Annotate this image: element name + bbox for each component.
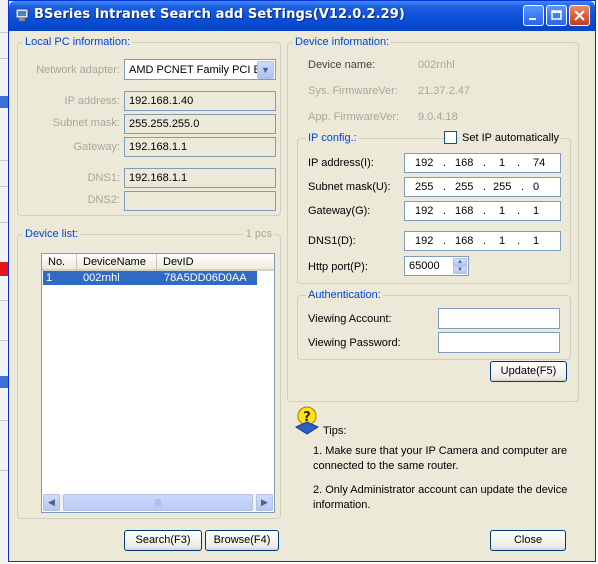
pc-mask-field[interactable]: 255.255.255.0 [124,114,276,134]
adapter-select[interactable]: AMD PCNET Family PCI Eth ▼ [124,59,276,80]
row-device-id: 78A5DD06D0AA [164,272,247,284]
adapter-label: Network adapter: [36,64,120,76]
mask-octet-4[interactable]: 0 [533,181,539,193]
sys-fw-label: Sys. FirmwareVer: [308,85,398,97]
gw-octet-2[interactable]: 168 [455,205,473,217]
http-port-spinner[interactable]: 65000 ▲ ▼ [404,256,469,276]
pc-dns2-field[interactable] [124,191,276,211]
pc-dns2-label: DNS2: [87,194,120,206]
ip-address-label: IP address(I): [308,157,374,169]
subnet-mask-label: Subnet mask(U): [308,181,391,193]
settings-window: BSeries Intranet Search add SetTings(V12… [8,0,596,562]
device-list-legend: Device list: [23,228,81,240]
subnet-mask-input[interactable]: 255. 255. 255. 0 [404,177,561,197]
gateway-label: Gateway(G): [308,205,371,217]
device-name-label: Device name: [308,59,376,71]
viewing-account-label: Viewing Account: [308,313,392,325]
device-list[interactable]: No. DeviceName DevID 1 002rnhl 78A5DD06D… [41,253,275,513]
ip-address-input[interactable]: 192. 168. 1. 74 [404,153,561,173]
chevron-down-icon[interactable]: ▼ [257,61,274,79]
device-name-value: 002rnhl [418,59,455,71]
app-icon [15,8,29,21]
update-button[interactable]: Update(F5) [490,361,567,382]
gw-octet-4[interactable]: 1 [533,205,539,217]
mask-octet-3[interactable]: 255 [493,181,511,193]
scroll-left-icon[interactable]: ◀ [43,494,60,511]
mask-octet-1[interactable]: 255 [415,181,433,193]
dns-octet-4[interactable]: 1 [533,235,539,247]
pc-dns1-label: DNS1: [87,172,120,184]
dns-octet-1[interactable]: 192 [415,235,433,247]
authentication-legend: Authentication: [306,289,383,301]
table-row[interactable]: 1 002rnhl 78A5DD06D0AA [43,271,257,285]
device-count: 1 pcs [243,228,274,240]
pc-ip-field[interactable]: 192.168.1.40 [124,91,276,111]
gw-octet-1[interactable]: 192 [415,205,433,217]
viewing-account-field[interactable] [438,308,560,329]
viewing-password-label: Viewing Password: [308,337,401,349]
lightbulb-icon: ? [294,406,320,435]
gateway-input[interactable]: 192. 168. 1. 1 [404,201,561,221]
minimize-icon [529,18,536,20]
dns1-input[interactable]: 192. 168. 1. 1 [404,231,561,251]
ip-config-legend: IP config.: [306,132,359,144]
sys-fw-value: 21.37.2.47 [418,85,470,97]
spin-down-icon[interactable]: ▼ [453,266,467,274]
ip-octet-2[interactable]: 168 [455,157,473,169]
pc-mask-label: Subnet mask: [52,117,120,129]
viewing-password-field[interactable] [438,332,560,353]
spin-up-icon[interactable]: ▲ [453,258,467,266]
background-desktop-strip [0,0,8,564]
http-port-label: Http port(P): [308,261,368,273]
horizontal-scrollbar[interactable]: ◀ ||| ▶ [43,494,273,511]
dns1-label: DNS1(D): [308,235,356,247]
maximize-button[interactable] [546,5,567,26]
window-title: BSeries Intranet Search add SetTings(V12… [34,7,405,22]
adapter-value: AMD PCNET Family PCI Eth [129,64,270,76]
column-header-devicename[interactable]: DeviceName [77,254,157,271]
set-ip-auto-checkbox[interactable] [444,131,457,144]
http-port-value: 65000 [409,260,440,272]
column-header-no[interactable]: No. [42,254,77,271]
browse-button[interactable]: Browse(F4) [205,530,279,551]
device-info-group: Device information: Device name: 002rnhl… [287,36,579,402]
set-ip-auto-label: Set IP automatically [460,132,562,144]
search-button[interactable]: Search(F3) [124,530,202,551]
close-button[interactable]: Close [490,530,566,551]
app-fw-value: 9.0.4.18 [418,111,458,123]
tip-two: 2. Only Administrator account can update… [313,484,568,511]
device-list-group: Device list: 1 pcs No. DeviceName DevID … [17,228,281,519]
ip-octet-3[interactable]: 1 [499,157,505,169]
pc-dns1-field[interactable]: 192.168.1.1 [124,168,276,188]
scroll-thumb[interactable]: ||| [63,494,253,511]
dns-octet-3[interactable]: 1 [499,235,505,247]
row-device-name: 002rnhl [83,272,120,284]
maximize-icon [551,10,562,20]
pc-gateway-label: Gateway: [73,141,120,153]
app-fw-label: App. FirmwareVer: [308,111,400,123]
close-icon [574,10,585,21]
close-window-button[interactable] [569,5,590,26]
pc-ip-label: IP address: [64,95,120,107]
scroll-right-icon[interactable]: ▶ [256,494,273,511]
minimize-button[interactable] [523,5,544,26]
tips-title: Tips: [323,425,347,437]
column-header-devid[interactable]: DevID [157,254,274,271]
local-pc-group: Local PC information: Network adapter: A… [17,36,281,216]
local-pc-legend: Local PC information: [23,36,133,48]
row-no: 1 [46,272,53,284]
device-info-legend: Device information: [293,36,392,48]
mask-octet-2[interactable]: 255 [455,181,473,193]
gw-octet-3[interactable]: 1 [499,205,505,217]
title-bar[interactable]: BSeries Intranet Search add SetTings(V12… [9,1,595,31]
dns-octet-2[interactable]: 168 [455,235,473,247]
authentication-group: Authentication: Viewing Account: Viewing… [297,289,571,360]
ip-octet-1[interactable]: 192 [415,157,433,169]
pc-gateway-field[interactable]: 192.168.1.1 [124,137,276,157]
ip-config-group: IP config.: Set IP automatically IP addr… [297,131,571,284]
ip-octet-4[interactable]: 74 [533,157,545,169]
tip-one: 1. Make sure that your IP Camera and com… [313,445,568,472]
